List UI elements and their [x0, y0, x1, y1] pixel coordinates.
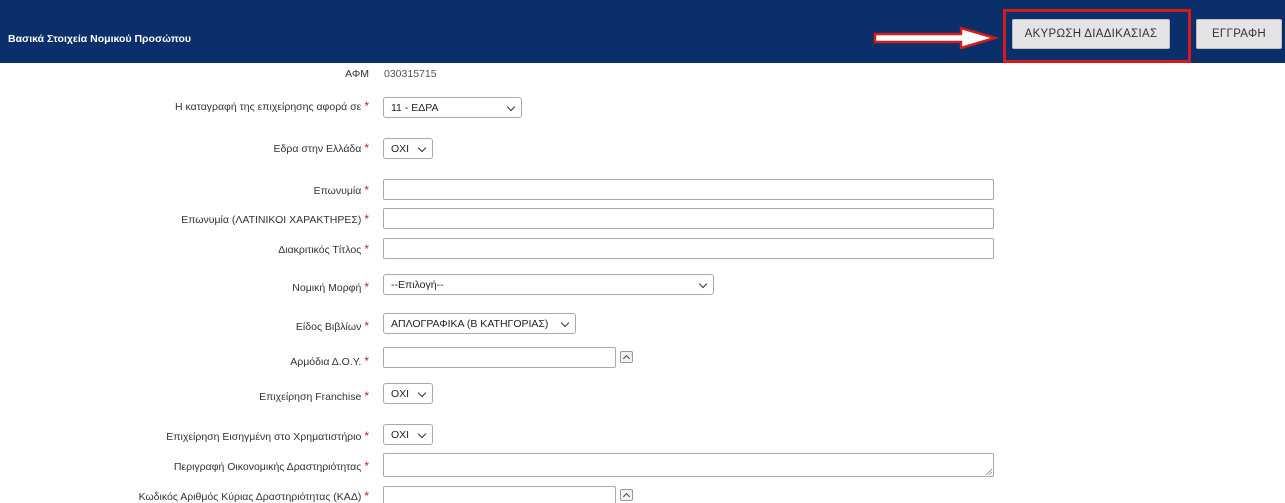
chevron-down-icon — [560, 318, 570, 328]
seat-in-greece-label: Εδρα στην Ελλάδα * — [273, 141, 369, 155]
chevron-down-icon — [417, 388, 427, 398]
tax-office-input[interactable] — [383, 347, 616, 368]
resize-grip-icon[interactable] — [985, 468, 992, 475]
required-mark: * — [364, 212, 369, 226]
books-type-select[interactable]: ΑΠΛΟΓΡΑΦΙΚΑ (Β ΚΑΤΗΓΟΡΙΑΣ) — [383, 313, 576, 334]
listed-selected: ΟΧΙ — [391, 428, 410, 441]
books-type-label: Είδος Βιβλίων * — [295, 319, 369, 333]
name-input[interactable] — [383, 179, 994, 200]
chevron-up-icon — [622, 492, 631, 501]
required-mark: * — [364, 280, 369, 294]
required-mark: * — [364, 389, 369, 403]
required-mark: * — [364, 99, 369, 113]
name-label: Επωνυμία * — [313, 183, 369, 197]
annotation-arrow-icon — [873, 27, 998, 49]
register-button[interactable]: ΕΓΓΡΑΦΗ — [1196, 19, 1282, 49]
distinctive-title-label: Διακριτικός Τίτλος * — [278, 242, 369, 256]
name-latin-input[interactable] — [383, 208, 994, 229]
registration-concerns-selected: 11 - ΕΔΡΑ — [391, 101, 439, 114]
afm-value: 030315715 — [384, 68, 437, 80]
required-mark: * — [364, 489, 369, 503]
seat-in-greece-selected: ΟΧΙ — [391, 142, 410, 155]
tax-office-lookup-button[interactable] — [620, 351, 633, 363]
listed-select[interactable]: ΟΧΙ — [383, 424, 433, 445]
chevron-down-icon — [698, 279, 708, 289]
legal-form-select[interactable]: --Επιλογή-- — [383, 274, 714, 295]
required-mark: * — [364, 242, 369, 256]
section-title: Βασικά Στοιχεία Νομικού Προσώπου — [8, 33, 191, 45]
required-mark: * — [364, 141, 369, 155]
books-type-selected: ΑΠΛΟΓΡΑΦΙΚΑ (Β ΚΑΤΗΓΟΡΙΑΣ) — [391, 317, 549, 330]
required-mark: * — [364, 183, 369, 197]
distinctive-title-input[interactable] — [383, 238, 994, 259]
franchise-selected: ΟΧΙ — [391, 387, 410, 400]
chevron-down-icon — [417, 429, 427, 439]
seat-in-greece-select[interactable]: ΟΧΙ — [383, 138, 433, 159]
cancel-process-button[interactable]: ΑΚΥΡΩΣΗ ΔΙΑΔΙΚΑΣΙΑΣ — [1012, 19, 1170, 49]
listed-label: Επιχείρηση Εισηγμένη στο Χρηματιστήριο * — [166, 429, 369, 443]
legal-form-selected: --Επιλογή-- — [391, 278, 444, 291]
required-mark: * — [364, 459, 369, 473]
franchise-label: Επιχείρηση Franchise * — [259, 389, 369, 403]
chevron-down-icon — [506, 102, 516, 112]
kad-input[interactable] — [383, 486, 616, 503]
activity-description-label: Περιγραφή Οικονομικής Δραστηριότητας * — [173, 459, 369, 473]
kad-lookup-button[interactable] — [620, 489, 633, 501]
legal-form-label: Νομική Μορφή * — [292, 280, 369, 294]
chevron-down-icon — [417, 143, 427, 153]
name-latin-label: Επωνυμία (ΛΑΤΙΝΙΚΟΙ ΧΑΡΑΚΤΗΡΕΣ) * — [181, 212, 369, 226]
registration-concerns-select[interactable]: 11 - ΕΔΡΑ — [383, 97, 522, 118]
required-mark: * — [364, 354, 369, 368]
required-mark: * — [364, 319, 369, 333]
franchise-select[interactable]: ΟΧΙ — [383, 383, 433, 404]
registration-concerns-label: Η καταγραφή της επιχείρησης αφορά σε * — [175, 99, 369, 113]
kad-label: Κωδικός Αριθμός Κύριας Δραστηριότητας (Κ… — [138, 489, 369, 503]
afm-label: ΑΦΜ — [345, 68, 369, 80]
tax-office-label: Αρμόδια Δ.Ο.Υ. * — [290, 354, 369, 368]
chevron-up-icon — [622, 354, 631, 363]
required-mark: * — [364, 429, 369, 443]
activity-description-textarea[interactable] — [383, 453, 994, 477]
